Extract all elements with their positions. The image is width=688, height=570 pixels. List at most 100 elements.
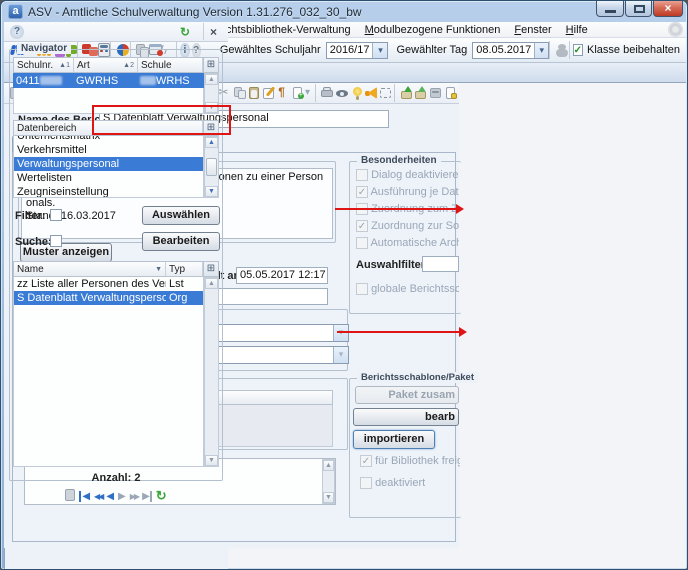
preview-eye-icon[interactable]: [334, 85, 347, 101]
bearbeiten-schablone-button[interactable]: bearb: [353, 408, 459, 426]
deaktiviert-checkbox[interactable]: [360, 477, 372, 489]
maximize-icon: [634, 5, 645, 13]
title-bar[interactable]: a ASV - Amtliche Schulverwaltung Version…: [1, 1, 687, 22]
list-item-verkehrsmittel[interactable]: Verkehrsmittel: [14, 143, 203, 157]
klasse-beibehalten-label: Klasse beibehalten: [587, 44, 680, 56]
announce-horn-icon[interactable]: [363, 85, 376, 101]
menu-hilfe[interactable]: Hilfe: [559, 23, 595, 37]
chevron-down-icon[interactable]: ▾: [534, 43, 548, 58]
column-config-icon[interactable]: ⊞: [203, 58, 218, 72]
freigegeben-checkbox[interactable]: ✓: [360, 455, 372, 467]
report-col-name[interactable]: Name▼: [14, 262, 166, 276]
school-col-art[interactable]: Art▲2: [74, 58, 138, 72]
scrollbar-thumb[interactable]: [206, 158, 217, 176]
new-document-dropdown-icon[interactable]: ▾: [304, 85, 310, 101]
edit-report-icon[interactable]: [261, 85, 274, 101]
scroll-up-icon[interactable]: ▲: [205, 278, 218, 289]
select-marquee-icon[interactable]: [378, 85, 391, 101]
scroll-up-icon[interactable]: ▲: [205, 137, 218, 148]
scroll-up-icon[interactable]: ▲: [323, 460, 334, 471]
toolbar-separator: [394, 84, 395, 102]
nav-fast-back-icon[interactable]: ◀◀: [94, 492, 102, 501]
sort-asc-2-icon: ▲2: [121, 62, 134, 69]
copy-icon[interactable]: [232, 85, 245, 101]
globale-schablone-checkbox[interactable]: [356, 283, 368, 295]
document-export-icon[interactable]: [443, 85, 456, 101]
navigator-panel-header: ? ↻ ×: [4, 22, 228, 42]
scroll-down-icon[interactable]: ▼: [205, 455, 218, 466]
chevron-down-icon[interactable]: ▾: [372, 43, 387, 58]
close-icon: ×: [664, 1, 671, 15]
panel-help-icon[interactable]: ?: [10, 25, 24, 39]
nav-back-icon[interactable]: ◀: [106, 491, 114, 502]
auswaehlen-button[interactable]: Auswählen: [142, 206, 220, 225]
nav-last-icon[interactable]: ▶: [142, 491, 152, 502]
report-table-header: Name▼ Typ ⊞: [13, 261, 219, 277]
panel-separator: [203, 23, 204, 40]
filter-checkbox[interactable]: [50, 209, 62, 221]
copy-record-icon[interactable]: [65, 489, 75, 504]
list-item-wertelisten[interactable]: Wertelisten: [14, 171, 203, 185]
ausfuehrung-checkbox[interactable]: ✓: [356, 186, 368, 198]
sondertabelle-checkbox[interactable]: ✓: [356, 220, 368, 232]
report-row-name: S Datenblatt Verwaltungspersonal: [14, 292, 166, 304]
datenbereich-scrollbar[interactable]: ▲ ▼: [204, 136, 219, 198]
dialog-deaktivieren-checkbox[interactable]: [356, 169, 368, 181]
archivierung-label: Automatische Archivieru: [370, 237, 459, 249]
nav-first-icon[interactable]: ◀: [79, 491, 90, 502]
report-col-typ[interactable]: Typ: [166, 262, 203, 276]
chevron-down-icon[interactable]: ▾: [333, 347, 348, 363]
print-icon[interactable]: [319, 85, 332, 101]
scroll-down-icon[interactable]: ▼: [323, 492, 334, 503]
record-nav-bar: ◀ ◀◀ ◀ ▶ ▶▶ ▶ ↻: [4, 488, 228, 504]
import-library-icon[interactable]: [399, 85, 412, 101]
minimize-icon: [605, 10, 616, 13]
school-col-schule[interactable]: Schule: [138, 58, 203, 72]
nav-fast-forward-icon[interactable]: ▶▶: [130, 492, 138, 501]
menu-fenster[interactable]: Fenster: [507, 23, 558, 37]
panel-refresh-icon[interactable]: ↻: [180, 25, 190, 39]
column-config-icon[interactable]: ⊞: [203, 262, 218, 276]
list-item-zeugniseinstellung[interactable]: Zeugniseinstellung: [14, 185, 203, 198]
nav-forward-icon[interactable]: ▶: [118, 491, 126, 502]
minimize-button[interactable]: [596, 1, 624, 17]
report-row-datenblatt[interactable]: S Datenblatt Verwaltungspersonal Org: [14, 291, 203, 305]
report-row-liste[interactable]: zz Liste aller Personen des Verwaltungsp…: [14, 277, 203, 291]
school-col-schulnr[interactable]: Schulnr.▲1: [14, 58, 74, 72]
klasse-beibehalten-checkbox[interactable]: ✓: [573, 44, 583, 56]
filter-label: Filter:: [15, 210, 46, 222]
suche-checkbox[interactable]: [50, 235, 62, 247]
paragraph-icon[interactable]: ¶: [275, 85, 288, 101]
new-document-icon[interactable]: +: [290, 85, 303, 101]
auswahlfilter-input[interactable]: [422, 256, 459, 272]
chevron-down-icon[interactable]: ▾: [333, 325, 348, 341]
person-gray-icon[interactable]: [554, 41, 565, 59]
list-item-unterrichtsmatrix[interactable]: Unterrichtsmatrix: [14, 136, 203, 143]
hint-bulb-icon[interactable]: [349, 85, 362, 101]
tag-combobox[interactable]: 08.05.2017▾: [472, 42, 549, 59]
erstellt-am-input[interactable]: 05.05.2017 12:17: [236, 267, 328, 284]
school-row[interactable]: 0411 GWRHS WRHS: [13, 73, 204, 88]
close-button[interactable]: ×: [653, 1, 683, 17]
bearbeiten-button[interactable]: Bearbeiten: [142, 232, 220, 251]
archive-icon[interactable]: [428, 85, 441, 101]
deaktiviert-row: deaktiviert: [360, 477, 460, 489]
panel-close-icon[interactable]: ×: [210, 25, 217, 39]
navigator-panel: ? ↻ × Navigator Schulnr.▲1 Art▲2 Schule …: [4, 548, 228, 570]
school-table-header: Schulnr.▲1 Art▲2 Schule ⊞: [13, 57, 219, 73]
kommentar-scrollbar[interactable]: ▲ ▼: [322, 459, 335, 504]
export-library-icon[interactable]: [413, 85, 426, 101]
freigegeben-label: für Bibliothek freigegeb: [375, 455, 460, 467]
list-item-verwaltungspersonal[interactable]: Verwaltungspersonal: [14, 157, 203, 171]
paste-icon[interactable]: [246, 85, 259, 101]
paket-zusammenstellen-button[interactable]: Paket zusam: [355, 386, 459, 404]
menu-modulbezogene[interactable]: Modulbezogene Funktionen: [358, 23, 508, 37]
maximize-button[interactable]: [625, 1, 652, 17]
scroll-down-icon[interactable]: ▼: [205, 186, 218, 197]
scroll-up-icon[interactable]: ▲: [205, 74, 218, 85]
importieren-button[interactable]: importieren: [353, 430, 435, 449]
archivierung-checkbox[interactable]: [356, 237, 368, 249]
report-table-scrollbar[interactable]: ▲ ▼: [204, 277, 219, 467]
schuljahr-combobox[interactable]: 2016/17▾: [326, 42, 389, 59]
refresh-icon[interactable]: ↻: [156, 488, 167, 504]
